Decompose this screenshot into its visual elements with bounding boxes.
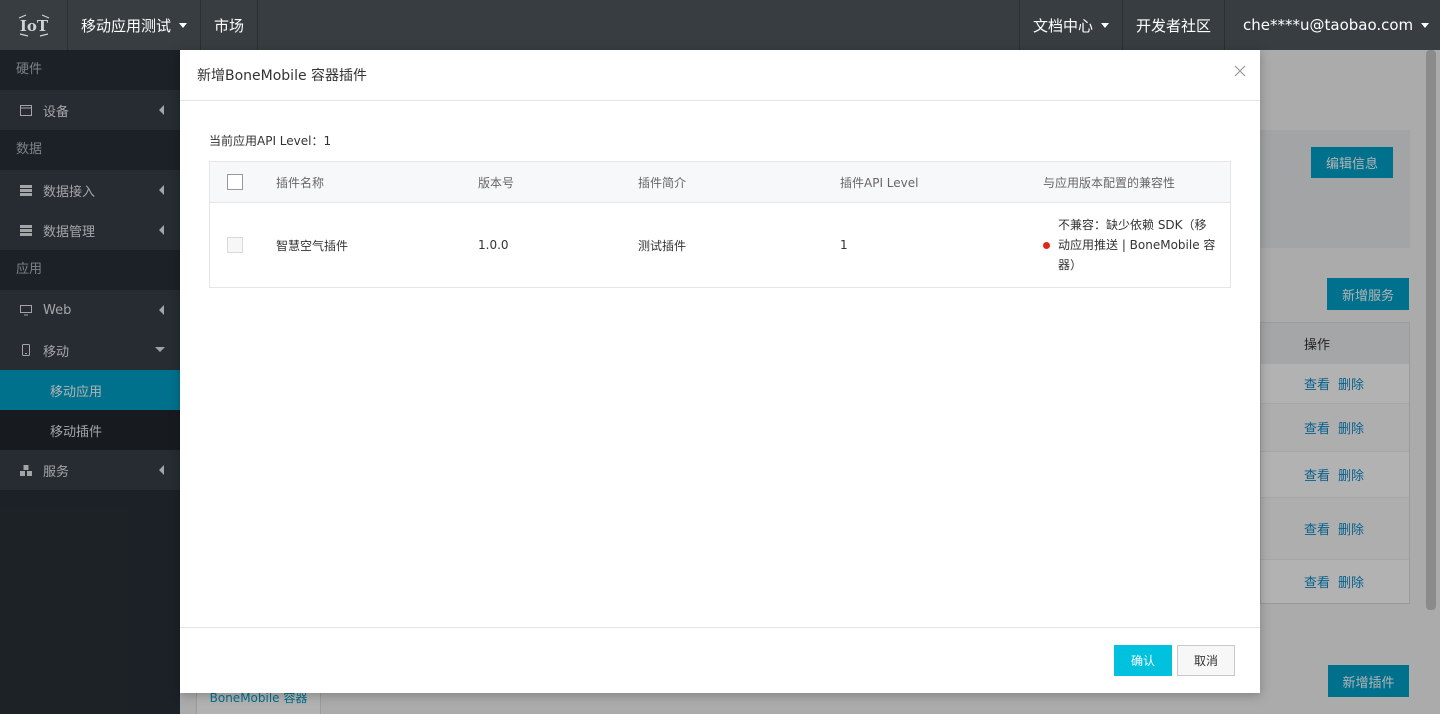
cancel-button[interactable]: 取消 (1177, 645, 1235, 676)
plugin-version: 1.0.0 (478, 238, 509, 252)
plugin-table: 插件名称 版本号 插件简介 插件API Level 与应用版本配置的兼容性 智慧… (209, 161, 1231, 288)
app-selector-dropdown[interactable]: 移动应用测试 (68, 0, 202, 50)
top-navbar: IoT 移动应用测试 市场 文档中心 开发者社区 che****u@taobao… (0, 0, 1440, 50)
docs-label: 文档中心 (1032, 16, 1093, 35)
chevron-down-icon (1421, 22, 1430, 28)
user-email: che****u@taobao.com (1243, 16, 1414, 34)
market-link[interactable]: 市场 (201, 0, 259, 50)
community-link[interactable]: 开发者社区 (1121, 0, 1224, 50)
compatibility-status: 不兼容：缺少依赖 SDK（移动应用推送 | BoneMobile 容器） (1058, 218, 1216, 272)
column-header-name: 插件名称 (276, 175, 325, 190)
plugin-name: 智慧空气插件 (276, 238, 349, 253)
dialog-header: 新增BoneMobile 容器插件 (180, 50, 1260, 101)
select-all-cell (210, 174, 276, 190)
app-selector-label: 移动应用测试 (81, 16, 172, 35)
close-icon[interactable] (1233, 64, 1247, 78)
dialog-title: 新增BoneMobile 容器插件 (197, 68, 368, 84)
user-menu[interactable]: che****u@taobao.com (1224, 0, 1440, 50)
plugin-description: 测试插件 (638, 238, 687, 253)
add-plugin-dialog: 新增BoneMobile 容器插件 当前应用API Level：1 插件名称 版… (180, 50, 1260, 693)
status-dot-icon (1043, 241, 1050, 249)
column-header-api-level: 插件API Level (840, 175, 919, 190)
dialog-body: 当前应用API Level：1 插件名称 版本号 插件简介 插件API Leve… (180, 101, 1260, 627)
select-all-checkbox[interactable] (227, 174, 243, 190)
docs-dropdown[interactable]: 文档中心 (1018, 0, 1122, 50)
compatibility-cell: 不兼容：缺少依赖 SDK（移动应用推送 | BoneMobile 容器） (1043, 215, 1230, 275)
chevron-down-icon (1100, 22, 1109, 28)
iot-logo[interactable]: IoT (0, 0, 68, 50)
row-checkbox[interactable] (227, 237, 243, 253)
row-select-cell (210, 237, 276, 253)
api-level-text: 当前应用API Level：1 (209, 134, 332, 148)
column-header-version: 版本号 (478, 175, 515, 190)
logo-icon: IoT (18, 14, 49, 37)
table-header: 插件名称 版本号 插件简介 插件API Level 与应用版本配置的兼容性 (210, 162, 1230, 203)
plugin-api-level: 1 (840, 238, 848, 252)
column-header-compatibility: 与应用版本配置的兼容性 (1043, 175, 1176, 190)
chevron-down-icon (179, 22, 188, 28)
confirm-button[interactable]: 确认 (1114, 645, 1172, 676)
dialog-footer: 确认 取消 (180, 627, 1260, 693)
svg-text:IoT: IoT (19, 17, 48, 35)
column-header-description: 插件简介 (638, 175, 687, 190)
table-row: 智慧空气插件 1.0.0 测试插件 1 不兼容：缺少依赖 SDK（移动应用推送 … (210, 203, 1230, 287)
